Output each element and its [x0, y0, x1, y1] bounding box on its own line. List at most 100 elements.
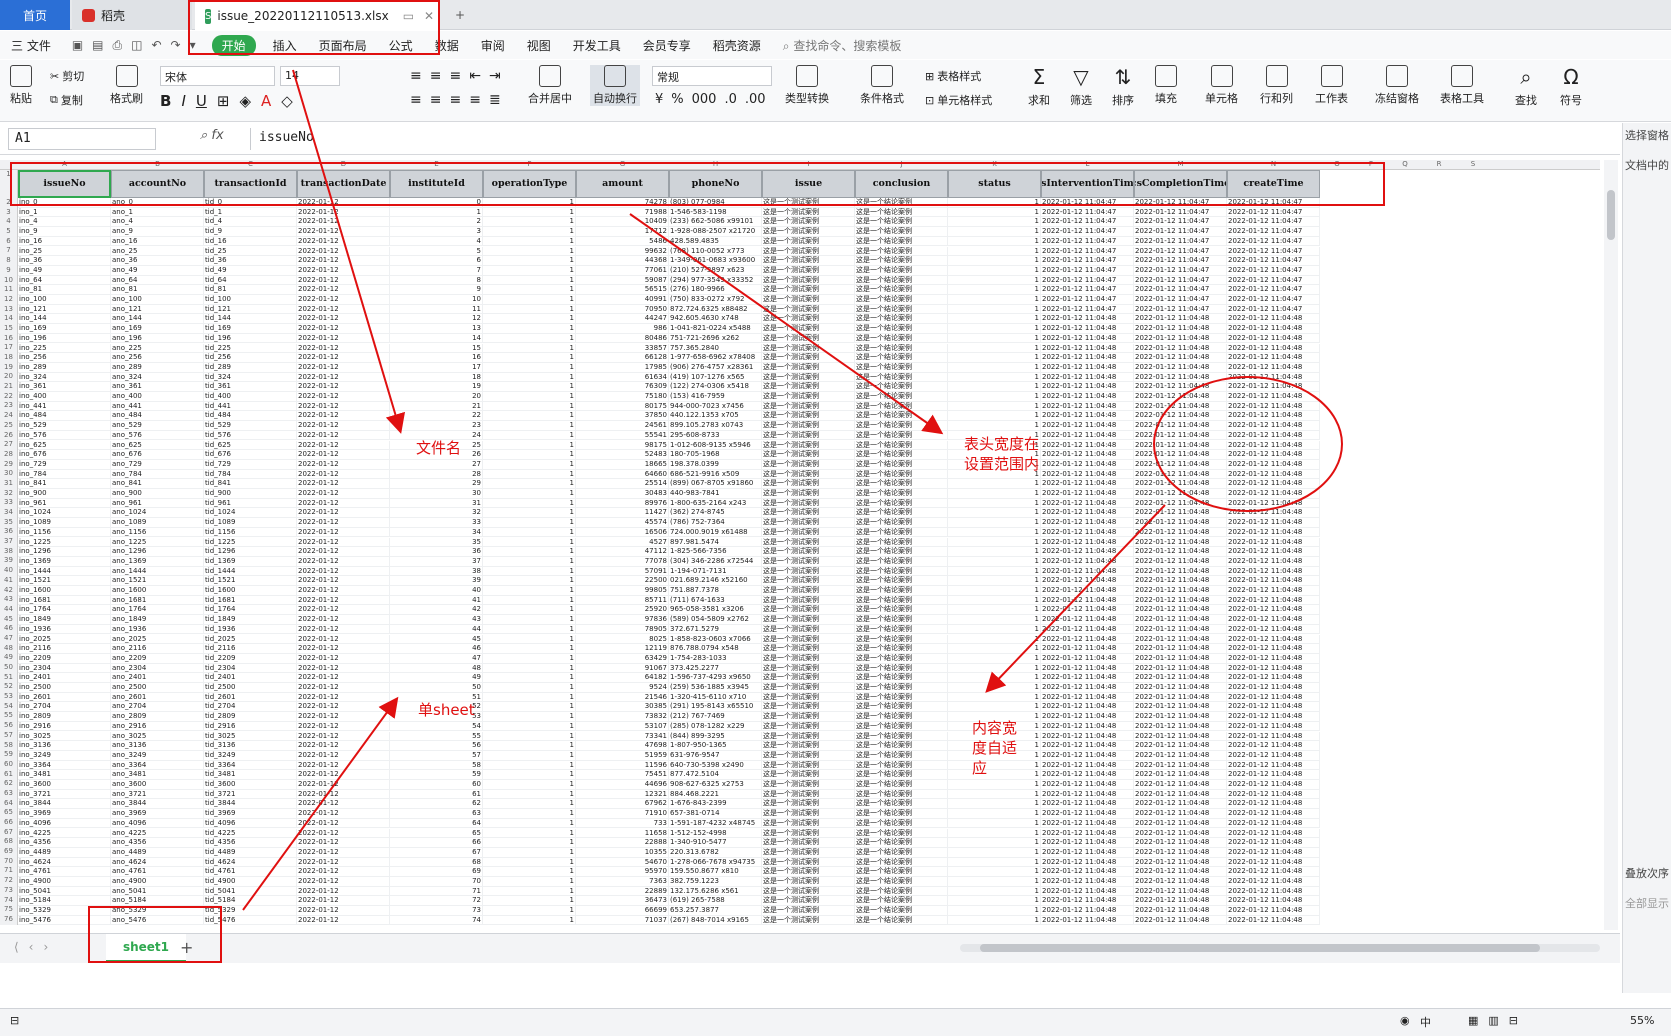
cell[interactable]: 2022-01-12 11:04:48 — [1227, 673, 1320, 683]
cell[interactable]: ino_4761 — [18, 867, 111, 877]
cell[interactable]: ano_2809 — [111, 712, 204, 722]
row-number[interactable]: 64 — [0, 799, 17, 809]
cell[interactable]: 2022-01-12 11:04:47 — [1041, 285, 1134, 295]
cell[interactable]: 2022-01-12 11:04:48 — [1041, 634, 1134, 645]
cell[interactable]: ino_36 — [18, 256, 111, 266]
cell[interactable]: 872.724.6325 x88482 — [669, 304, 762, 315]
cell[interactable]: 这是一个测试案例 — [762, 838, 855, 848]
cell[interactable]: 37 — [390, 556, 483, 567]
cell[interactable]: 1 — [390, 207, 483, 218]
cell[interactable]: 2022-01-12 11:04:48 — [1227, 362, 1320, 373]
cell[interactable]: 这是一个结论案例 — [855, 867, 948, 877]
cell[interactable]: tid_961 — [204, 498, 297, 509]
cell[interactable]: tid_2116 — [204, 644, 297, 654]
cell[interactable]: ano_1296 — [111, 547, 204, 557]
cell[interactable]: 2022-01-12 — [297, 731, 390, 742]
cell[interactable]: ano_1849 — [111, 615, 204, 625]
cell[interactable]: 18 — [390, 372, 483, 383]
cell[interactable]: 2022-01-12 11:04:48 — [1134, 333, 1227, 344]
cell[interactable]: 这是一个测试案例 — [762, 382, 855, 392]
cell[interactable]: 2022-01-12 — [297, 304, 390, 315]
cell[interactable]: 这是一个测试案例 — [762, 877, 855, 887]
cell[interactable]: 1 — [483, 227, 576, 237]
cell[interactable]: 2022-01-12 11:04:48 — [1041, 518, 1134, 528]
cell[interactable]: (212) 767-7469 — [669, 712, 762, 722]
cell[interactable]: 2022-01-12 11:04:48 — [1134, 634, 1227, 645]
cell[interactable]: 2022-01-12 — [297, 595, 390, 606]
cell[interactable]: 38 — [390, 566, 483, 577]
cell[interactable]: tid_3481 — [204, 770, 297, 780]
cell[interactable]: tid_1444 — [204, 566, 297, 577]
cell[interactable]: 64660 — [576, 469, 669, 480]
cell[interactable]: 1 — [483, 838, 576, 848]
cell[interactable]: 2022-01-12 11:04:47 — [1041, 217, 1134, 228]
cell[interactable]: 1 — [483, 537, 576, 548]
cell[interactable]: 1 — [483, 246, 576, 257]
cell[interactable]: 2022-01-12 — [297, 343, 390, 354]
cell[interactable]: 1 — [948, 566, 1041, 577]
cell[interactable]: 2022-01-12 11:04:47 — [1227, 295, 1320, 305]
cell[interactable]: 986 — [576, 324, 669, 334]
cell[interactable]: 2022-01-12 11:04:48 — [1041, 469, 1134, 480]
cell[interactable]: tid_121 — [204, 304, 297, 315]
cell[interactable]: 2022-01-12 — [297, 780, 390, 790]
cell[interactable]: ino_169 — [18, 324, 111, 334]
cell[interactable]: ino_1089 — [18, 518, 111, 528]
cell[interactable]: ino_256 — [18, 353, 111, 363]
cell[interactable]: 2022-01-12 11:04:48 — [1227, 498, 1320, 509]
cell[interactable]: 2022-01-12 — [297, 799, 390, 810]
cell[interactable]: tid_169 — [204, 324, 297, 334]
cell[interactable]: 1 — [483, 285, 576, 295]
cell[interactable]: (233) 662-5086 x99101 — [669, 217, 762, 228]
cell[interactable]: 57 — [390, 750, 483, 761]
cell[interactable]: 2022-01-12 11:04:48 — [1134, 324, 1227, 334]
cell[interactable]: 2022-01-12 — [297, 556, 390, 567]
cell[interactable]: 373.425.2277 — [669, 663, 762, 674]
row-number[interactable]: 3 — [0, 208, 17, 218]
cell[interactable]: 2022-01-12 — [297, 673, 390, 683]
row-number[interactable]: 35 — [0, 518, 17, 528]
cell[interactable]: 2022-01-12 11:04:48 — [1041, 343, 1134, 354]
cell[interactable]: ino_400 — [18, 392, 111, 402]
cell[interactable]: 这是一个结论案例 — [855, 295, 948, 305]
cell[interactable]: tid_3025 — [204, 731, 297, 742]
table-tools-button[interactable]: 表格工具 — [1440, 65, 1484, 106]
cell[interactable]: 2022-01-12 11:04:48 — [1041, 857, 1134, 868]
cell[interactable]: 2022-01-12 11:04:48 — [1134, 702, 1227, 713]
cell[interactable]: 74 — [390, 915, 483, 926]
cell[interactable]: 1 — [483, 586, 576, 596]
undo-icon[interactable]: ↶ — [151, 38, 161, 53]
cell[interactable]: 这是一个测试案例 — [762, 285, 855, 295]
cell[interactable]: 这是一个测试案例 — [762, 799, 855, 810]
cell[interactable]: 这是一个测试案例 — [762, 586, 855, 596]
cell[interactable]: 2022-01-12 11:04:48 — [1134, 886, 1227, 897]
cell[interactable]: 428.589.4835 — [669, 236, 762, 247]
italic-icon[interactable]: I — [181, 92, 185, 110]
fill-button[interactable]: 填充 — [1155, 65, 1177, 106]
cell[interactable]: 89976 — [576, 498, 669, 509]
cell[interactable]: 24561 — [576, 421, 669, 431]
cell[interactable]: 2022-01-12 11:04:48 — [1134, 624, 1227, 635]
cell[interactable]: 2022-01-12 11:04:48 — [1041, 314, 1134, 325]
cell[interactable]: ino_2116 — [18, 644, 111, 654]
cell[interactable]: 这是一个结论案例 — [855, 741, 948, 751]
cell[interactable]: (285) 078-1282 x229 — [669, 721, 762, 732]
cell[interactable]: ino_1444 — [18, 566, 111, 577]
cell[interactable]: 2022-01-12 11:04:48 — [1041, 489, 1134, 499]
cell[interactable]: ano_81 — [111, 285, 204, 295]
cell[interactable]: ino_3969 — [18, 809, 111, 819]
cell[interactable]: 这是一个结论案例 — [855, 217, 948, 228]
cell[interactable]: tid_2704 — [204, 702, 297, 713]
cell[interactable]: 944-000-7023 x7456 — [669, 401, 762, 412]
cell[interactable]: 54670 — [576, 857, 669, 868]
cell[interactable]: 1 — [483, 314, 576, 325]
cell[interactable]: 2022-01-12 11:04:48 — [1041, 683, 1134, 693]
row-number[interactable]: 50 — [0, 663, 17, 673]
cell[interactable]: 1 — [948, 847, 1041, 858]
cell[interactable]: 这是一个测试案例 — [762, 227, 855, 237]
row-number[interactable]: 31 — [0, 479, 17, 489]
cell[interactable]: 2022-01-12 11:04:48 — [1041, 527, 1134, 538]
cell[interactable]: 2022-01-12 11:04:48 — [1041, 605, 1134, 616]
cell[interactable]: 2022-01-12 11:04:48 — [1041, 566, 1134, 577]
type-convert-button[interactable]: 类型转换 — [785, 65, 829, 106]
